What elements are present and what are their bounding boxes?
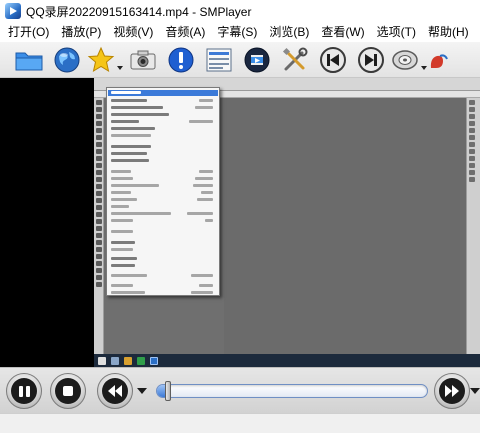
rewind-button[interactable] — [97, 373, 133, 409]
menu-bar: 打开(O) 播放(P) 视频(V) 音频(A) 字幕(S) 浏览(B) 查看(W… — [0, 22, 480, 42]
title-bar: QQ录屏20220915163414.mp4 - SMPlayer — [0, 0, 480, 22]
disc-icon — [392, 49, 418, 70]
favorites-button[interactable] — [86, 44, 116, 76]
previous-button[interactable] — [314, 44, 352, 76]
tools-icon — [282, 47, 308, 70]
seek-bar[interactable] — [156, 384, 428, 398]
subtitle-button[interactable] — [428, 44, 448, 76]
playlist-button[interactable] — [200, 44, 238, 76]
forward-icon — [445, 385, 459, 397]
menu-subtitles[interactable]: 字幕(S) — [211, 22, 263, 42]
menu-browse[interactable]: 浏览(B) — [263, 22, 315, 42]
screenshot-button[interactable] — [124, 44, 162, 76]
video-area[interactable] — [0, 78, 480, 367]
main-toolbar — [0, 42, 480, 78]
status-bar — [0, 413, 480, 433]
info-button[interactable] — [162, 44, 200, 76]
forward-button[interactable] — [434, 373, 470, 409]
pause-button[interactable] — [6, 373, 42, 409]
rewind-dropdown-arrow[interactable] — [137, 388, 147, 394]
star-icon — [87, 46, 115, 72]
menu-options[interactable]: 选项(T) — [371, 22, 422, 42]
playlist-icon — [206, 48, 232, 71]
menu-help[interactable]: 帮助(H) — [422, 22, 475, 42]
video-frame — [94, 78, 480, 367]
smplayer-icon — [5, 3, 21, 19]
menu-view[interactable]: 查看(W) — [315, 22, 370, 42]
rewind-icon — [108, 385, 122, 397]
disc-dropdown-arrow[interactable] — [420, 44, 428, 76]
favorites-dropdown-arrow[interactable] — [116, 44, 124, 76]
subtitle-icon — [430, 53, 448, 68]
info-icon — [168, 47, 194, 72]
folder-icon — [15, 52, 43, 70]
pause-icon — [18, 385, 30, 397]
menu-audio[interactable]: 音频(A) — [159, 22, 211, 42]
forward-dropdown-arrow[interactable] — [470, 388, 480, 394]
window-title: QQ录屏20220915163414.mp4 - SMPlayer — [26, 4, 252, 19]
menu-play[interactable]: 播放(P) — [55, 22, 107, 42]
preferences-button[interactable] — [276, 44, 314, 76]
globe-icon — [54, 47, 80, 72]
video-equalizer-button[interactable] — [238, 44, 276, 76]
open-url-button[interactable] — [48, 44, 86, 76]
film-icon — [244, 47, 270, 72]
open-file-button[interactable] — [10, 44, 48, 76]
control-bar — [0, 367, 480, 413]
menu-open[interactable]: 打开(O) — [2, 22, 55, 42]
skip-forward-icon — [358, 46, 384, 73]
stop-icon — [63, 386, 73, 396]
seek-handle[interactable] — [165, 381, 172, 401]
camera-icon — [130, 50, 156, 69]
next-button[interactable] — [352, 44, 390, 76]
menu-video[interactable]: 视频(V) — [107, 22, 159, 42]
disc-button[interactable] — [390, 44, 420, 76]
skip-back-icon — [320, 46, 346, 73]
stop-button[interactable] — [50, 373, 86, 409]
